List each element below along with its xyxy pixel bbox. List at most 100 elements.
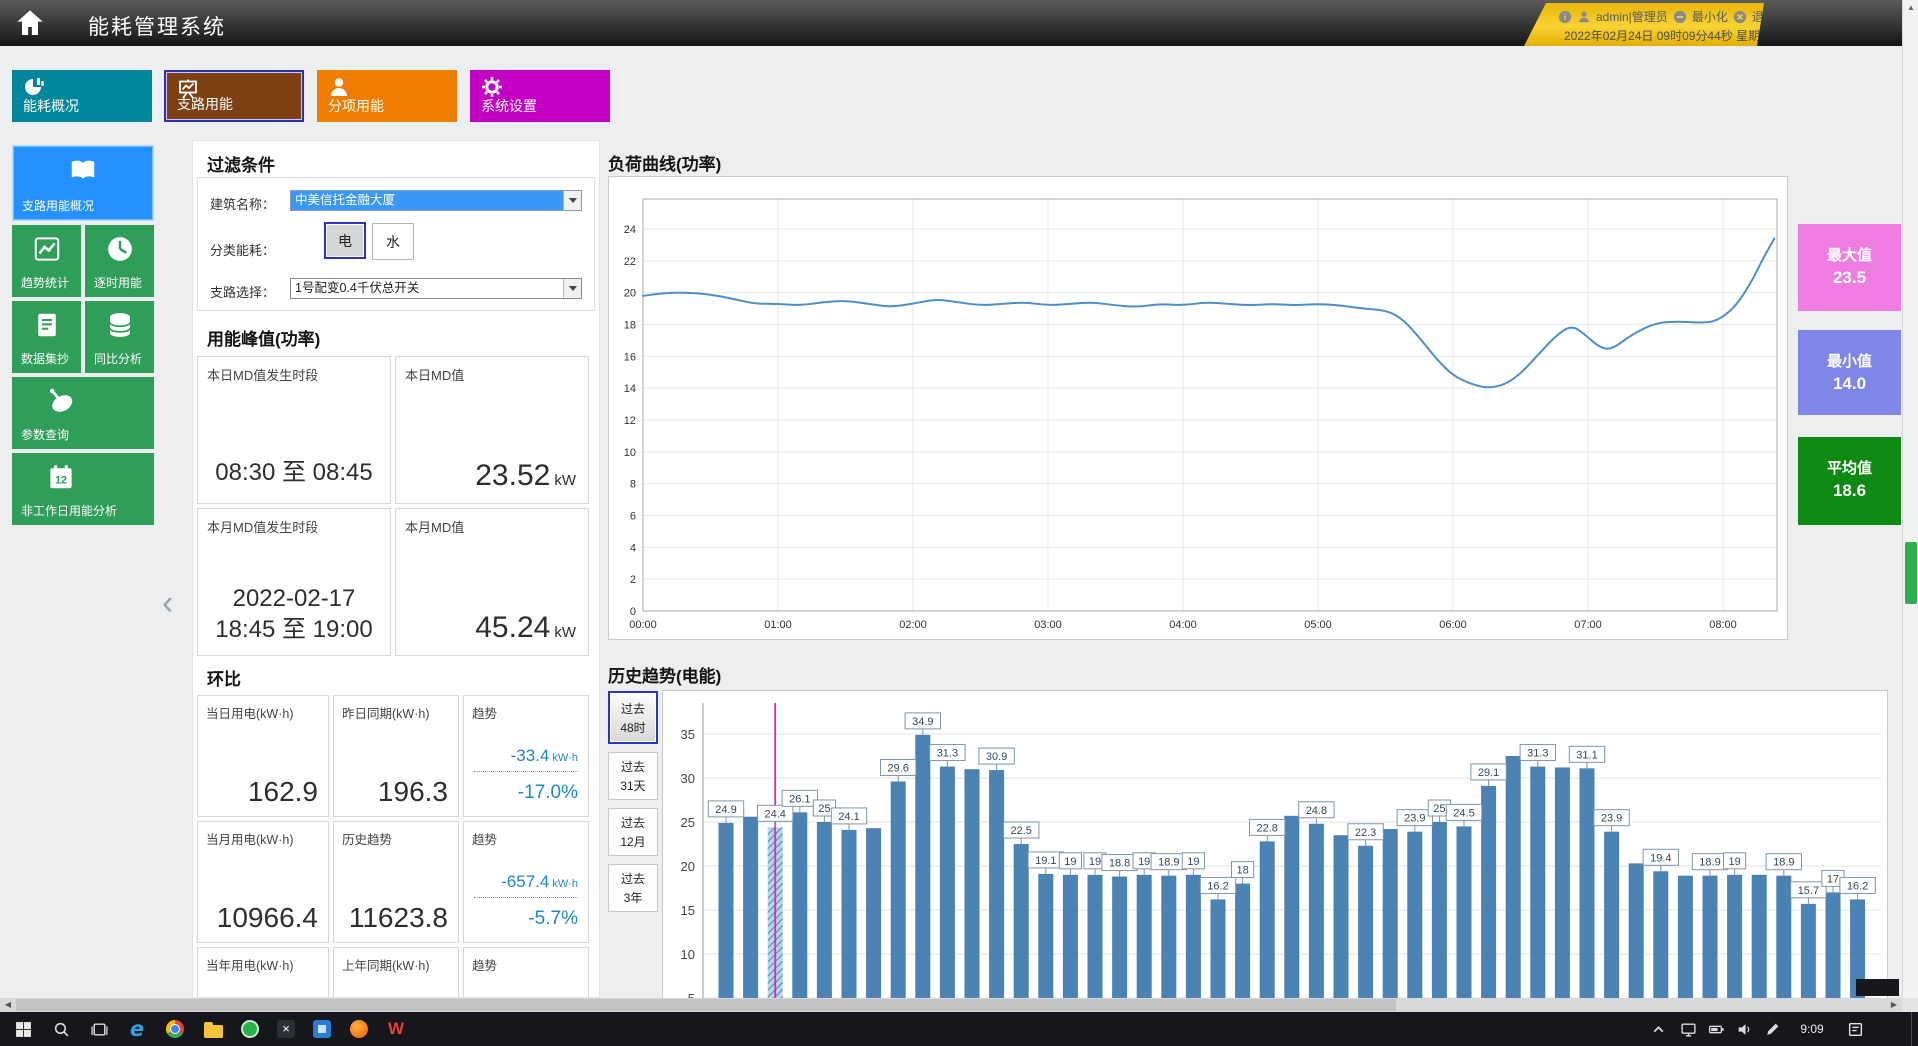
nav-system-settings[interactable]: 系统设置: [470, 70, 610, 122]
svg-text:24.5: 24.5: [1453, 807, 1474, 819]
sidebar-item-hourly-energy[interactable]: 逐时用能: [85, 225, 154, 297]
chevron-down-icon[interactable]: [563, 191, 581, 210]
nav-branch-energy[interactable]: 支路用能: [164, 70, 304, 122]
svg-text:02:00: 02:00: [899, 619, 927, 631]
app-blue-icon[interactable]: [307, 1016, 337, 1042]
sidebar-item-yoy-analysis[interactable]: 同比分析: [85, 301, 154, 373]
tab-past-12m[interactable]: 过去12月: [608, 808, 658, 856]
svg-text:19: 19: [1138, 856, 1150, 868]
svg-text:22.5: 22.5: [1010, 825, 1031, 837]
svg-text:06:00: 06:00: [1439, 619, 1467, 631]
scrollbar-corner: [1902, 998, 1918, 1012]
logout-label[interactable]: 退出: [1752, 8, 1776, 25]
vertical-scrollbar[interactable]: ▲ ▼: [1902, 0, 1918, 1012]
branch-select[interactable]: 1号配变0.4千伏总开关: [290, 278, 582, 299]
scroll-right-arrow-icon[interactable]: ▶: [1886, 998, 1902, 1012]
app-orange-icon[interactable]: [344, 1016, 374, 1042]
monthly-md-period: 18:45 至 19:00: [198, 614, 390, 645]
svg-text:16.2: 16.2: [1847, 880, 1868, 892]
svg-text:18.9: 18.9: [1773, 857, 1794, 869]
mom-cell-day-trend: 趋势 -33.4kW·h -17.0%: [463, 695, 589, 817]
filter-box: 建筑名称： 中美信托金融大厦 分类能耗： 电 水 支路选择： 1号配变0.4千伏…: [197, 177, 595, 311]
building-label: 建筑名称：: [210, 194, 275, 213]
branch-label: 支路选择：: [210, 282, 275, 301]
svg-text:18.9: 18.9: [1699, 857, 1720, 869]
app-file-explorer-icon[interactable]: [198, 1016, 228, 1042]
taskbar-clock[interactable]: 9:09: [1790, 1012, 1834, 1046]
tray-volume-icon[interactable]: [1731, 1017, 1757, 1041]
app-chrome-icon[interactable]: [160, 1016, 190, 1042]
app-green-icon[interactable]: [235, 1016, 265, 1042]
sidebar-item-parameter-query[interactable]: 参数查询: [12, 377, 154, 449]
close-icon[interactable]: [1733, 10, 1747, 24]
horizontal-scroll-thumb[interactable]: [16, 999, 1396, 1011]
collapse-panel-arrow[interactable]: ‹: [162, 586, 173, 620]
tray-battery-icon[interactable]: [1703, 1017, 1729, 1041]
svg-text:31.3: 31.3: [1527, 748, 1548, 760]
svg-text:15.7: 15.7: [1798, 885, 1819, 897]
sidebar-item-branch-overview[interactable]: 支路用能概况: [12, 145, 154, 221]
tab-past-48h[interactable]: 过去48时: [608, 691, 658, 744]
user-name: admin|管理员: [1596, 8, 1668, 25]
tray-chevron-up-icon[interactable]: [1645, 1017, 1671, 1041]
svg-text:15: 15: [681, 903, 695, 918]
chevron-down-icon[interactable]: [563, 279, 581, 298]
svg-text:22: 22: [624, 256, 636, 268]
svg-text:30: 30: [681, 771, 695, 786]
show-desktop-button[interactable]: [1911, 1012, 1918, 1046]
satellite-dish-icon: [46, 386, 76, 416]
horizontal-scrollbar[interactable]: ◀ ▶: [0, 998, 1902, 1012]
tab-past-31d[interactable]: 过去31天: [608, 752, 658, 800]
scroll-up-arrow-icon[interactable]: ▲: [1903, 0, 1918, 16]
svg-text:20: 20: [681, 859, 695, 874]
monthly-md-date: 2022-02-17: [198, 583, 390, 614]
minimize-label[interactable]: 最小化: [1692, 8, 1728, 25]
sidebar-item-nonworkday-analysis[interactable]: 12 非工作日用能分析: [12, 453, 154, 525]
svg-text:2: 2: [630, 574, 636, 586]
category-water-button[interactable]: 水: [372, 223, 414, 260]
minimize-icon[interactable]: [1673, 10, 1687, 24]
app-edge-icon[interactable]: e: [122, 1016, 152, 1042]
vertical-scroll-thumb[interactable]: [1905, 542, 1917, 604]
trend-line-icon: [32, 234, 62, 264]
book-icon: [68, 155, 98, 185]
svg-text:24.9: 24.9: [715, 804, 736, 816]
svg-text:10: 10: [624, 447, 636, 459]
nav-subitem-energy[interactable]: 分项用能: [317, 70, 457, 122]
svg-text:10: 10: [681, 947, 695, 962]
svg-text:29.1: 29.1: [1478, 767, 1499, 779]
tray-network-icon[interactable]: [1675, 1017, 1701, 1041]
scroll-left-arrow-icon[interactable]: ◀: [0, 998, 16, 1012]
tray-notification-icon[interactable]: [1842, 1017, 1868, 1041]
building-select-value: 中美信托金融大厦: [291, 191, 563, 210]
category-electric-button[interactable]: 电: [324, 222, 366, 259]
tray-pen-icon[interactable]: [1759, 1017, 1785, 1041]
peak-card-daily-value: 本日MD值 23.52kW: [395, 356, 589, 504]
svg-text:25: 25: [1433, 803, 1445, 815]
sidebar-item-data-collection[interactable]: 数据集抄: [12, 301, 81, 373]
building-select[interactable]: 中美信托金融大厦: [290, 190, 582, 211]
branch-select-value: 1号配变0.4千伏总开关: [291, 279, 563, 298]
home-icon[interactable]: [14, 7, 46, 39]
svg-text:18.8: 18.8: [1109, 858, 1130, 870]
nav-energy-overview[interactable]: 能耗概况: [12, 70, 152, 122]
app-wps-icon[interactable]: W: [381, 1016, 411, 1042]
app-close-x-icon[interactable]: ×: [271, 1016, 301, 1042]
document-icon: [32, 310, 62, 340]
svg-text:8: 8: [630, 479, 636, 491]
avg-value-badge: 平均值 18.6: [1798, 437, 1901, 525]
info-icon[interactable]: i: [1558, 10, 1572, 24]
mom-cell-yesterday: 昨日同期(kW·h) 196.3: [333, 695, 459, 817]
daily-md-period: 08:30 至 08:45: [198, 452, 390, 487]
svg-text:0: 0: [630, 606, 636, 618]
svg-text:19: 19: [1064, 856, 1076, 868]
start-button[interactable]: [10, 1017, 36, 1041]
tab-past-3y[interactable]: 过去3年: [608, 864, 658, 912]
sidebar-item-trend-stats[interactable]: 趋势统计: [12, 225, 81, 297]
mom-cell-month-trend: 趋势 -657.4kW·h -5.7%: [463, 821, 589, 943]
search-icon[interactable]: [48, 1017, 74, 1041]
user-info-panel: i admin|管理员 最小化 退出 2022年02月24日 09时09分44秒…: [1524, 3, 1764, 46]
task-view-icon[interactable]: [86, 1017, 112, 1041]
svg-text:18: 18: [1236, 865, 1248, 877]
filter-section-title: 过滤条件: [207, 151, 275, 176]
